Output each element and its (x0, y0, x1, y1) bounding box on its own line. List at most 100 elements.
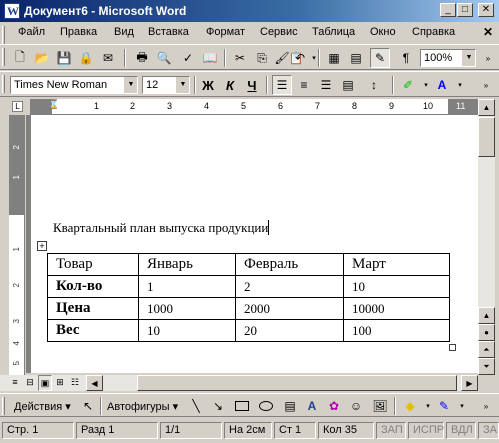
vertical-ruler[interactable]: 2 1 1 2 3 4 5 (9, 115, 25, 375)
line-icon[interactable]: ╲ (186, 396, 206, 416)
scroll-up-button[interactable]: ▲ (478, 99, 495, 116)
scroll-left-button[interactable]: ◀ (86, 375, 103, 391)
draw-actions-menu[interactable]: Действия ▾ (14, 400, 71, 413)
font-color-dropdown-icon[interactable]: ▾ (450, 75, 470, 95)
status-ext[interactable]: ВДЛ (446, 422, 476, 439)
previous-page-icon[interactable]: ⏶ (478, 341, 495, 358)
document-table[interactable]: Товар Январь Февраль Март Кол-во 1 2 10 … (47, 253, 450, 342)
justify-icon[interactable]: ▤ (338, 75, 358, 95)
close-button[interactable]: ✕ (478, 3, 494, 17)
web-view-icon[interactable]: ⊟ (23, 375, 37, 391)
menu-edit[interactable]: Правка (60, 26, 97, 38)
table-cell[interactable]: 2 (235, 275, 344, 298)
status-rec[interactable]: ЗАП (376, 422, 406, 439)
cut-icon[interactable]: ✂ (230, 48, 250, 68)
table-cell[interactable]: 1000 (138, 297, 236, 320)
toolbar-grip[interactable] (2, 75, 5, 93)
align-left-icon[interactable]: ☰ (272, 75, 292, 95)
wordart-icon[interactable]: A (302, 396, 322, 416)
next-page-icon[interactable]: ⏷ (478, 358, 495, 375)
diagram-icon[interactable]: ✿ (324, 396, 344, 416)
table-move-handle-icon[interactable]: + (37, 241, 47, 251)
menu-grip[interactable] (2, 26, 5, 44)
highlight-icon[interactable]: ✐ (398, 75, 418, 95)
table-cell[interactable]: 10000 (343, 297, 450, 320)
menu-window[interactable]: Окно (370, 26, 396, 38)
status-trk[interactable]: ИСПР (408, 422, 444, 439)
email-icon[interactable]: ✉ (98, 48, 118, 68)
menu-table[interactable]: Таблица (312, 26, 355, 38)
select-objects-icon[interactable]: ↖ (78, 396, 98, 416)
clip-art-icon[interactable]: ☺ (346, 396, 366, 416)
normal-view-icon[interactable]: ≡ (8, 375, 22, 391)
fill-color-icon[interactable]: ◆ (400, 396, 420, 416)
table-cell[interactable]: 1 (138, 275, 236, 298)
tab-selector-icon[interactable]: L (12, 101, 23, 112)
table-cell[interactable]: 10 (138, 319, 236, 342)
research-icon[interactable]: 📖 (200, 48, 220, 68)
rectangle-icon[interactable] (232, 396, 252, 416)
permissions-icon[interactable]: 🔒 (76, 48, 96, 68)
menu-tools[interactable]: Сервис (260, 26, 298, 38)
toolbar-options-icon[interactable]: » (478, 48, 498, 68)
arrow-icon[interactable]: ↘ (208, 396, 228, 416)
font-size-select[interactable]: 12 ▼ (142, 76, 190, 94)
insert-table-icon[interactable]: ▤ (346, 48, 366, 68)
font-color-icon[interactable]: A (432, 75, 452, 95)
toolbar-options-icon[interactable]: » (476, 75, 496, 95)
line-color-dropdown-icon[interactable]: ▾ (452, 396, 472, 416)
toolbar-grip[interactable] (2, 48, 5, 66)
document-page[interactable]: Квартальный план выпуска продукции + Тов… (31, 115, 478, 373)
horizontal-ruler[interactable]: ⌛ 1 2 3 4 5 6 7 8 9 10 11 (30, 99, 479, 115)
table-cell[interactable]: Кол-во (47, 275, 139, 298)
spelling-icon[interactable]: ✓ (178, 48, 198, 68)
line-spacing-icon[interactable]: ↕ (364, 75, 384, 95)
drawing-toggle-icon[interactable]: ✎ (370, 48, 390, 68)
oval-icon[interactable] (256, 396, 276, 416)
insert-picture-icon[interactable]: 🖼 (370, 396, 390, 416)
status-ovr[interactable]: ЗАМ (478, 422, 499, 439)
save-icon[interactable]: 💾 (54, 48, 74, 68)
scroll-up-button[interactable]: ▲ (478, 307, 495, 324)
menu-insert[interactable]: Вставка (148, 26, 189, 38)
maximize-button[interactable]: □ (457, 3, 473, 17)
table-cell[interactable]: Товар (47, 253, 139, 276)
zoom-select[interactable]: 100% ▼ (420, 49, 476, 67)
new-document-icon[interactable]: 🗋 (10, 48, 30, 68)
horizontal-scrollbar[interactable]: ≡ ⊟ ▣ ⊞ ☷ ◀ ▶ (0, 375, 478, 391)
table-cell[interactable]: Цена (47, 297, 139, 320)
chevron-down-icon[interactable]: ▼ (124, 77, 137, 93)
chevron-down-icon[interactable]: ▼ (176, 77, 189, 93)
table-cell[interactable]: Февраль (235, 253, 344, 276)
chevron-down-icon[interactable]: ▼ (462, 50, 475, 66)
word-app-icon[interactable] (4, 3, 20, 19)
horizontal-scroll-thumb[interactable] (137, 375, 457, 391)
print-icon[interactable]: 🖶 (132, 48, 152, 68)
reading-view-icon[interactable]: ⊞ (53, 375, 67, 391)
underline-button[interactable]: Ч (242, 75, 262, 95)
show-formatting-icon[interactable]: ¶ (396, 48, 416, 68)
menu-help[interactable]: Справка (412, 26, 455, 38)
menu-file[interactable]: Файл (18, 26, 45, 38)
autoshapes-menu[interactable]: Автофигуры ▾ (107, 400, 178, 413)
copy-icon[interactable]: ⎘ (252, 48, 272, 68)
table-cell[interactable]: Январь (138, 253, 236, 276)
table-cell[interactable]: 2000 (235, 297, 344, 320)
italic-button[interactable]: К (220, 75, 240, 95)
indent-marker-icon[interactable]: ⌛ (48, 99, 59, 110)
table-cell[interactable]: 10 (343, 275, 450, 298)
font-name-select[interactable]: Times New Roman ▼ (10, 76, 138, 94)
print-preview-icon[interactable]: 🔍 (154, 48, 174, 68)
table-cell[interactable]: Март (343, 253, 450, 276)
align-center-icon[interactable]: ≡ (294, 75, 314, 95)
undo-dropdown-icon[interactable]: ▾ (304, 48, 324, 68)
toolbar-grip[interactable] (2, 397, 5, 415)
toolbar-options-icon[interactable]: » (476, 396, 496, 416)
table-resize-handle[interactable] (449, 344, 456, 351)
menu-format[interactable]: Формат (206, 26, 245, 38)
text-box-icon[interactable]: ▤ (280, 396, 300, 416)
document-heading[interactable]: Квартальный план выпуска продукции (53, 220, 270, 236)
open-icon[interactable]: 📂 (32, 48, 52, 68)
outline-view-icon[interactable]: ☷ (68, 375, 82, 391)
bold-button[interactable]: Ж (198, 75, 218, 95)
